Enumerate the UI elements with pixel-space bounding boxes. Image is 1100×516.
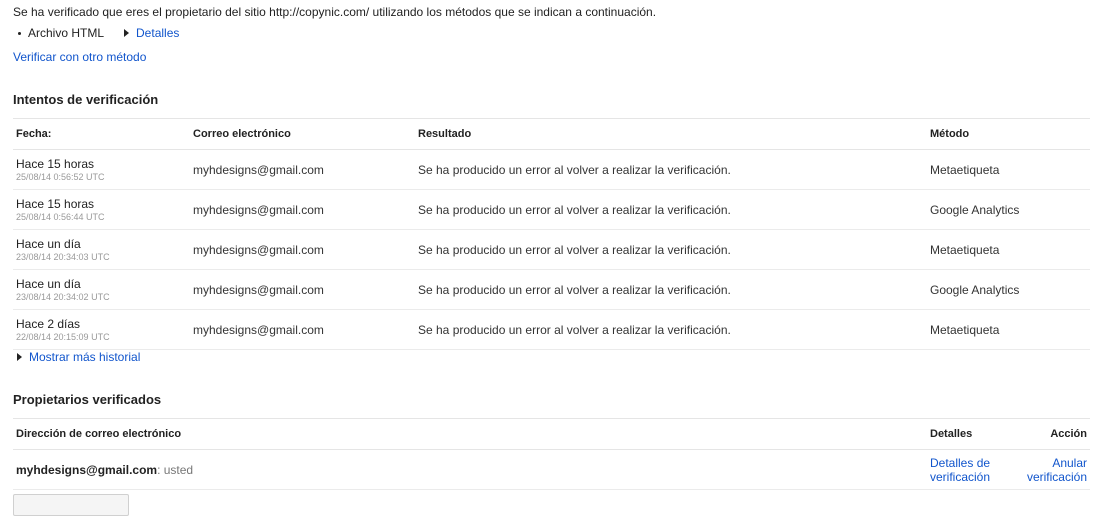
owner-cell: myhdesigns@gmail.com: usted (13, 449, 927, 490)
method-cell: Metaetiqueta (927, 229, 1090, 270)
date-cell: Hace 15 horas 25/08/14 0:56:52 UTC (13, 149, 190, 190)
verification-details-link[interactable]: Detalles de verificación (930, 456, 990, 484)
method-cell: Metaetiqueta (927, 149, 1090, 190)
verify-other-method-link[interactable]: Verificar con otro método (13, 50, 146, 64)
method-cell: Metaetiqueta (927, 309, 1090, 350)
date-cell: Hace un día 23/08/14 20:34:02 UTC (13, 269, 190, 310)
relative-time: Hace 15 horas (16, 156, 95, 171)
email-cell: myhdesigns@gmail.com (190, 229, 415, 270)
table-row: myhdesigns@gmail.com: usted Detalles de v… (13, 449, 1090, 490)
relative-time: Hace un día (16, 236, 81, 251)
attempts-title: Intentos de verificación (13, 92, 159, 107)
absolute-time: 25/08/14 0:56:52 UTC (16, 171, 105, 182)
table-row: Hace un día 23/08/14 20:34:02 UTC myhdesi… (13, 269, 1090, 310)
table-row: Hace un día 23/08/14 20:34:03 UTC myhdesi… (13, 229, 1090, 270)
absolute-time: 22/08/14 20:15:09 UTC (16, 331, 110, 342)
attempts-header-row: Fecha: Correo electrónico Resultado Méto… (13, 118, 1090, 150)
bullet-icon (18, 31, 21, 35)
method-cell: Google Analytics (927, 189, 1090, 230)
add-owner-button[interactable] (13, 494, 129, 516)
absolute-time: 25/08/14 0:56:44 UTC (16, 211, 105, 222)
table-row: Hace 15 horas 25/08/14 0:56:44 UTC myhdes… (13, 189, 1090, 230)
result-cell: Se ha producido un error al volver a rea… (415, 229, 927, 270)
action-cell: Anular verificación (995, 449, 1090, 490)
show-more-history-link[interactable]: Mostrar más historial (29, 350, 140, 364)
email-cell: myhdesigns@gmail.com (190, 269, 415, 310)
col-result: Resultado (415, 118, 927, 150)
col-date: Fecha: (13, 118, 190, 150)
col-email: Correo electrónico (190, 118, 415, 150)
expand-triangle-icon[interactable] (124, 29, 130, 37)
method-details-link[interactable]: Detalles (136, 26, 179, 40)
email-cell: myhdesigns@gmail.com (190, 149, 415, 190)
relative-time: Hace 2 días (16, 316, 81, 331)
attempts-table: Fecha: Correo electrónico Resultado Méto… (13, 118, 1090, 350)
date-cell: Hace 2 días 22/08/14 20:15:09 UTC (13, 309, 190, 350)
result-cell: Se ha producido un error al volver a rea… (415, 309, 927, 350)
intro-text: Se ha verificado que eres el propietario… (13, 5, 657, 19)
method-cell: Google Analytics (927, 269, 1090, 310)
result-cell: Se ha producido un error al volver a rea… (415, 149, 927, 190)
show-more-history[interactable]: Mostrar más historial (17, 350, 140, 364)
email-cell: myhdesigns@gmail.com (190, 309, 415, 350)
table-row: Hace 2 días 22/08/14 20:15:09 UTC myhdesi… (13, 309, 1090, 350)
col-details: Detalles (927, 418, 995, 450)
owners-header-row: Dirección de correo electrónico Detalles… (13, 418, 1090, 450)
absolute-time: 23/08/14 20:34:02 UTC (16, 291, 110, 302)
date-cell: Hace 15 horas 25/08/14 0:56:44 UTC (13, 189, 190, 230)
table-row: Hace 15 horas 25/08/14 0:56:52 UTC myhdes… (13, 149, 1090, 190)
email-cell: myhdesigns@gmail.com (190, 189, 415, 230)
owner-you-label: : usted (157, 462, 194, 477)
owners-table: Dirección de correo electrónico Detalles… (13, 418, 1090, 490)
result-cell: Se ha producido un error al volver a rea… (415, 189, 927, 230)
unverify-link[interactable]: Anular verificación (1027, 456, 1087, 484)
owners-title: Propietarios verificados (13, 392, 162, 407)
details-line-1[interactable]: Detalles de (930, 456, 990, 470)
relative-time: Hace un día (16, 276, 81, 291)
verification-methods: Archivo HTML Detalles (18, 26, 179, 40)
date-cell: Hace un día 23/08/14 20:34:03 UTC (13, 229, 190, 270)
expand-triangle-icon[interactable] (17, 353, 22, 361)
col-action: Acción (995, 418, 1090, 450)
owner-email: myhdesigns@gmail.com (16, 462, 158, 477)
absolute-time: 23/08/14 20:34:03 UTC (16, 251, 110, 262)
details-line-2[interactable]: verificación (930, 470, 990, 484)
details-cell: Detalles de verificación (927, 449, 995, 490)
result-cell: Se ha producido un error al volver a rea… (415, 269, 927, 310)
col-method: Método (927, 118, 1090, 150)
relative-time: Hace 15 horas (16, 196, 95, 211)
col-owner-email: Dirección de correo electrónico (13, 418, 927, 450)
method-name: Archivo HTML (28, 26, 105, 40)
